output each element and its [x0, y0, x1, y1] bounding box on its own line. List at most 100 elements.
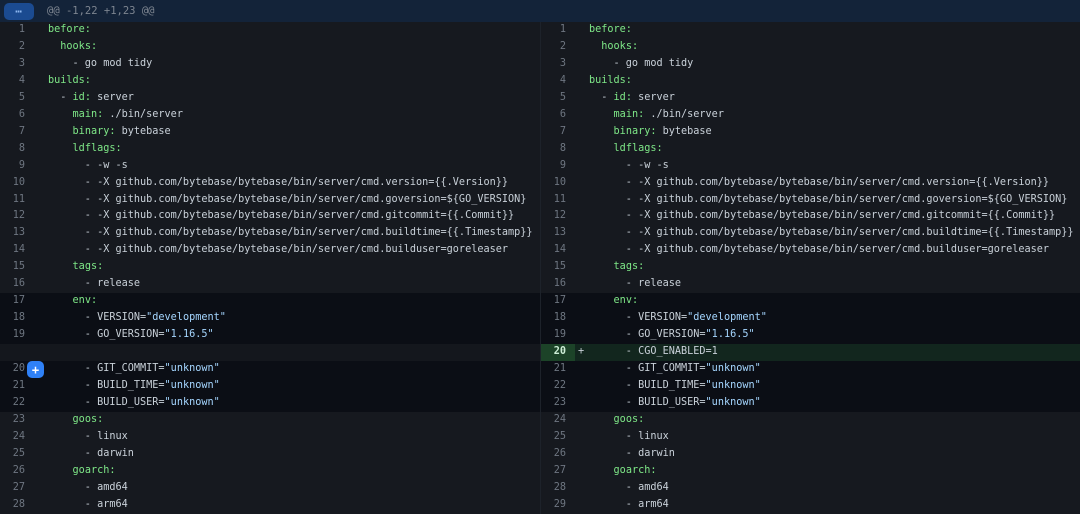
line-number[interactable]: 12: [0, 208, 34, 225]
code-line[interactable]: - -X github.com/bytebase/bytebase/bin/se…: [575, 175, 1080, 192]
line-number[interactable]: 26: [541, 446, 575, 463]
code-line[interactable]: - amd64: [575, 480, 1080, 497]
code-line[interactable]: - BUILD_USER="unknown": [34, 395, 540, 412]
line-number[interactable]: 3: [541, 56, 575, 73]
line-number[interactable]: 21: [0, 378, 34, 395]
line-number[interactable]: 23: [0, 412, 34, 429]
code-line[interactable]: builds:: [575, 73, 1080, 90]
line-number[interactable]: 10: [0, 175, 34, 192]
code-line[interactable]: - go mod tidy: [575, 56, 1080, 73]
line-number[interactable]: 6: [0, 107, 34, 124]
line-number[interactable]: 18: [541, 310, 575, 327]
code-line[interactable]: - -X github.com/bytebase/bytebase/bin/se…: [575, 192, 1080, 209]
code-line[interactable]: - BUILD_USER="unknown": [575, 395, 1080, 412]
line-number[interactable]: 11: [0, 192, 34, 209]
code-line[interactable]: - darwin: [34, 446, 540, 463]
line-number[interactable]: 10: [541, 175, 575, 192]
line-number[interactable]: 3: [0, 56, 34, 73]
line-number[interactable]: 28: [0, 497, 34, 514]
line-number[interactable]: 24: [541, 412, 575, 429]
code-line[interactable]: - release: [34, 276, 540, 293]
code-line[interactable]: binary: bytebase: [575, 124, 1080, 141]
line-number[interactable]: 19: [0, 327, 34, 344]
code-line[interactable]: goarch:: [575, 463, 1080, 480]
line-number[interactable]: 9: [0, 158, 34, 175]
code-line[interactable]: goarch:: [34, 463, 540, 480]
line-number[interactable]: 23: [541, 395, 575, 412]
code-line[interactable]: - GO_VERSION="1.16.5": [575, 327, 1080, 344]
code-line[interactable]: - arm64: [575, 497, 1080, 514]
line-number[interactable]: 14: [0, 242, 34, 259]
code-line[interactable]: binary: bytebase: [34, 124, 540, 141]
line-number[interactable]: 15: [541, 259, 575, 276]
line-number[interactable]: 13: [0, 225, 34, 242]
add-comment-button[interactable]: +: [27, 361, 44, 378]
line-number[interactable]: 4: [0, 73, 34, 90]
code-line[interactable]: goos:: [34, 412, 540, 429]
line-number[interactable]: 2: [0, 39, 34, 56]
code-line[interactable]: hooks:: [34, 39, 540, 56]
line-number[interactable]: 1: [0, 22, 34, 39]
code-line[interactable]: - -X github.com/bytebase/bytebase/bin/se…: [575, 242, 1080, 259]
line-number[interactable]: 22: [0, 395, 34, 412]
code-line[interactable]: - -X github.com/bytebase/bytebase/bin/se…: [34, 192, 540, 209]
code-line[interactable]: before:: [34, 22, 540, 39]
code-line[interactable]: builds:: [34, 73, 540, 90]
line-number[interactable]: 8: [0, 141, 34, 158]
code-line[interactable]: - GIT_COMMIT="unknown": [34, 361, 540, 378]
code-line[interactable]: - -X github.com/bytebase/bytebase/bin/se…: [34, 242, 540, 259]
line-number[interactable]: 24: [0, 429, 34, 446]
line-number[interactable]: 16: [541, 276, 575, 293]
code-line[interactable]: - GIT_COMMIT="unknown": [575, 361, 1080, 378]
line-number[interactable]: 25: [0, 446, 34, 463]
line-number[interactable]: 19: [541, 327, 575, 344]
code-line[interactable]: - amd64: [34, 480, 540, 497]
line-number[interactable]: 2: [541, 39, 575, 56]
code-line[interactable]: - arm64: [34, 497, 540, 514]
line-number[interactable]: 12: [541, 208, 575, 225]
code-line[interactable]: - release: [575, 276, 1080, 293]
expand-diff-button[interactable]: ⋯: [4, 3, 34, 20]
code-line[interactable]: - -X github.com/bytebase/bytebase/bin/se…: [34, 175, 540, 192]
line-number[interactable]: 15: [0, 259, 34, 276]
line-number[interactable]: 21: [541, 361, 575, 378]
line-number[interactable]: 7: [0, 124, 34, 141]
code-line[interactable]: tags:: [34, 259, 540, 276]
code-line[interactable]: - -X github.com/bytebase/bytebase/bin/se…: [34, 208, 540, 225]
line-number[interactable]: 8: [541, 141, 575, 158]
line-number[interactable]: 29: [541, 497, 575, 514]
code-line[interactable]: - id: server: [575, 90, 1080, 107]
line-number[interactable]: 5: [0, 90, 34, 107]
code-line[interactable]: main: ./bin/server: [575, 107, 1080, 124]
line-number[interactable]: 26: [0, 463, 34, 480]
code-line[interactable]: - -X github.com/bytebase/bytebase/bin/se…: [575, 208, 1080, 225]
line-number[interactable]: 25: [541, 429, 575, 446]
line-number[interactable]: 17: [0, 293, 34, 310]
code-line[interactable]: - -w -s: [575, 158, 1080, 175]
code-line[interactable]: tags:: [575, 259, 1080, 276]
code-line[interactable]: - BUILD_TIME="unknown": [575, 378, 1080, 395]
line-number[interactable]: 17: [541, 293, 575, 310]
line-number[interactable]: 16: [0, 276, 34, 293]
line-number[interactable]: 28: [541, 480, 575, 497]
code-line[interactable]: - VERSION="development": [34, 310, 540, 327]
line-number[interactable]: 14: [541, 242, 575, 259]
code-line[interactable]: hooks:: [575, 39, 1080, 56]
code-line[interactable]: - -w -s: [34, 158, 540, 175]
code-line[interactable]: - BUILD_TIME="unknown": [34, 378, 540, 395]
line-number[interactable]: 5: [541, 90, 575, 107]
line-number[interactable]: 1: [541, 22, 575, 39]
line-number[interactable]: 27: [541, 463, 575, 480]
line-number[interactable]: 6: [541, 107, 575, 124]
line-number[interactable]: 11: [541, 192, 575, 209]
code-line[interactable]: - go mod tidy: [34, 56, 540, 73]
code-line[interactable]: before:: [575, 22, 1080, 39]
line-number[interactable]: 7: [541, 124, 575, 141]
line-number[interactable]: 20: [541, 344, 575, 361]
code-line[interactable]: ldflags:: [575, 141, 1080, 158]
code-line[interactable]: - VERSION="development": [575, 310, 1080, 327]
line-number[interactable]: 9: [541, 158, 575, 175]
code-line[interactable]: env:: [34, 293, 540, 310]
code-line[interactable]: - -X github.com/bytebase/bytebase/bin/se…: [34, 225, 540, 242]
code-line[interactable]: + - CGO_ENABLED=1: [575, 344, 1080, 361]
